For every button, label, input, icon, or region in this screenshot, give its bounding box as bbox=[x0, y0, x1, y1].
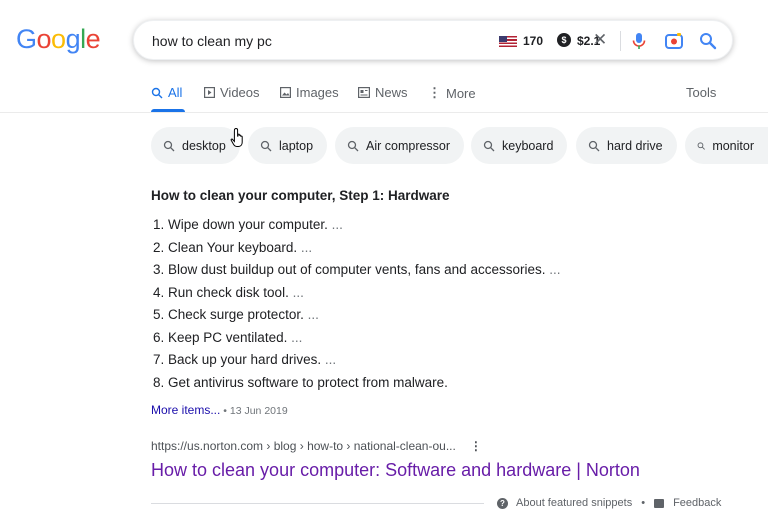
tab-label: Images bbox=[296, 85, 339, 100]
header-divider bbox=[0, 112, 768, 113]
logo-letter: e bbox=[85, 24, 101, 54]
coin-icon: $ bbox=[557, 33, 571, 47]
search-input[interactable]: how to clean my pc bbox=[152, 33, 272, 49]
more-vert-icon[interactable]: ⋮ bbox=[470, 439, 482, 453]
tab-news[interactable]: News bbox=[358, 85, 408, 100]
us-flag-icon bbox=[499, 36, 517, 47]
image-icon bbox=[280, 87, 291, 98]
chip-label: monitor bbox=[712, 138, 754, 153]
help-icon: ? bbox=[497, 497, 508, 509]
search-box[interactable]: how to clean my pc 170 $ $2.1 ✕ bbox=[133, 20, 733, 60]
close-icon[interactable]: ✕ bbox=[593, 31, 607, 48]
extension-count: 170 bbox=[523, 34, 544, 48]
play-icon bbox=[204, 87, 215, 98]
logo-letter: o bbox=[51, 24, 66, 54]
chip-desktop[interactable]: desktop bbox=[151, 127, 240, 164]
result-url-row: https://us.norton.com › blog › how-to › … bbox=[151, 439, 482, 453]
chip-air-compressor[interactable]: Air compressor bbox=[335, 127, 465, 164]
list-item: 6. Keep PC ventilated. ... bbox=[153, 329, 303, 345]
logo-letter: o bbox=[36, 24, 52, 54]
list-item: 1. Wipe down your computer. ... bbox=[153, 217, 343, 232]
chip-label: hard drive bbox=[607, 138, 663, 153]
search-icon bbox=[163, 140, 175, 151]
tab-images[interactable]: Images bbox=[280, 85, 339, 100]
google-logo[interactable]: Google bbox=[16, 24, 101, 55]
more-vert-icon: ⋮ bbox=[428, 85, 441, 100]
result-url[interactable]: https://us.norton.com › blog › how-to › … bbox=[151, 439, 456, 453]
snippet-title: How to clean your computer, Step 1: Hard… bbox=[151, 188, 450, 203]
tab-more[interactable]: ⋮ More bbox=[428, 85, 476, 101]
footer-separator: • bbox=[641, 497, 646, 509]
searchbox-divider bbox=[620, 31, 621, 51]
list-item: 7. Back up your hard drives. ... bbox=[153, 352, 337, 367]
chip-label: desktop bbox=[182, 138, 226, 153]
footer-divider bbox=[151, 503, 484, 504]
search-icon bbox=[483, 140, 495, 151]
camera-lens-icon[interactable] bbox=[664, 31, 684, 51]
tab-videos[interactable]: Videos bbox=[204, 85, 260, 100]
snippet-date: • 13 Jun 2019 bbox=[220, 405, 288, 417]
news-icon bbox=[358, 87, 370, 98]
search-icon[interactable] bbox=[698, 31, 718, 51]
search-icon bbox=[260, 140, 272, 151]
list-item: 2. Clean Your keyboard. ... bbox=[153, 239, 313, 255]
feedback-link[interactable]: Feedback bbox=[673, 497, 721, 509]
mic-icon[interactable] bbox=[629, 31, 649, 51]
search-icon bbox=[347, 140, 359, 151]
tab-label: More bbox=[446, 85, 476, 101]
chip-label: laptop bbox=[279, 138, 314, 153]
list-item: 8. Get antivirus software to protect fro… bbox=[153, 374, 448, 390]
chip-monitor[interactable]: monitor bbox=[685, 127, 768, 164]
tab-label: All bbox=[168, 85, 183, 100]
tab-label: Videos bbox=[220, 85, 260, 100]
logo-letter: G bbox=[16, 24, 37, 54]
about-snippets-link[interactable]: About featured snippets bbox=[516, 497, 632, 509]
tab-all[interactable]: All bbox=[151, 85, 185, 112]
tab-label: News bbox=[375, 85, 408, 100]
search-icon bbox=[697, 141, 705, 150]
result-title-link[interactable]: How to clean your computer: Software and… bbox=[151, 460, 640, 481]
feedback-icon bbox=[654, 498, 665, 508]
chip-laptop[interactable]: laptop bbox=[248, 127, 328, 164]
list-item: 5. Check surge protector. ... bbox=[153, 307, 319, 322]
chip-label: keyboard bbox=[502, 138, 554, 153]
search-icon bbox=[588, 140, 600, 151]
more-items-row: More items... • 13 Jun 2019 bbox=[151, 403, 288, 417]
list-item: 3. Blow dust buildup out of computer ven… bbox=[153, 262, 561, 277]
hand-cursor-icon bbox=[230, 127, 243, 147]
chip-label: Air compressor bbox=[366, 138, 451, 153]
search-icon bbox=[151, 87, 163, 98]
list-item: 4. Run check disk tool. ... bbox=[153, 284, 304, 300]
chip-hard-drive[interactable]: hard drive bbox=[576, 127, 677, 164]
logo-letter: g bbox=[65, 24, 81, 54]
tools-button[interactable]: Tools bbox=[686, 85, 716, 100]
more-items-link[interactable]: More items... bbox=[151, 403, 220, 417]
chip-keyboard[interactable]: keyboard bbox=[471, 127, 568, 164]
snippet-footer: ? About featured snippets • Feedback bbox=[497, 497, 721, 509]
snippet-steps: 1. Wipe down your computer. ... 2. Clean… bbox=[153, 216, 561, 396]
